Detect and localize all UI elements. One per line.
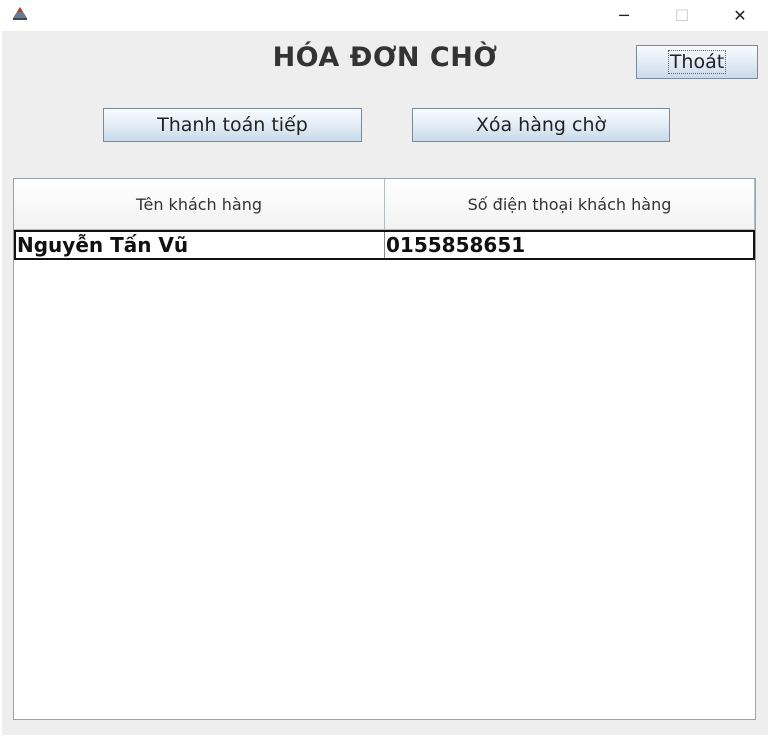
close-window-button[interactable]: ✕ — [717, 0, 763, 31]
java-app-icon — [10, 4, 30, 22]
cell-customer-phone[interactable]: 0155858651 — [385, 232, 753, 258]
exit-button-label: Thoát — [667, 50, 727, 74]
column-header-customer-phone[interactable]: Số điện thoại khách hàng — [385, 179, 755, 229]
minimize-button[interactable]: ─ — [601, 0, 647, 31]
window-titlebar: ─ ☐ ✕ — [0, 0, 770, 31]
waiting-invoices-table: Tên khách hàng Số điện thoại khách hàng … — [13, 178, 756, 720]
table-row[interactable]: Nguyễn Tấn Vũ 0155858651 — [14, 230, 755, 260]
maximize-button[interactable]: ☐ — [659, 0, 705, 31]
table-header: Tên khách hàng Số điện thoại khách hàng — [14, 179, 755, 230]
exit-button[interactable]: Thoát — [636, 45, 758, 79]
cell-customer-name[interactable]: Nguyễn Tấn Vũ — [16, 232, 385, 258]
delete-waiting-button[interactable]: Xóa hàng chờ — [412, 108, 670, 142]
main-panel: HÓA ĐƠN CHỜ Thoát Thanh toán tiếp Xóa hà… — [2, 31, 768, 735]
continue-payment-button[interactable]: Thanh toán tiếp — [103, 108, 362, 142]
column-header-customer-name[interactable]: Tên khách hàng — [14, 179, 385, 229]
